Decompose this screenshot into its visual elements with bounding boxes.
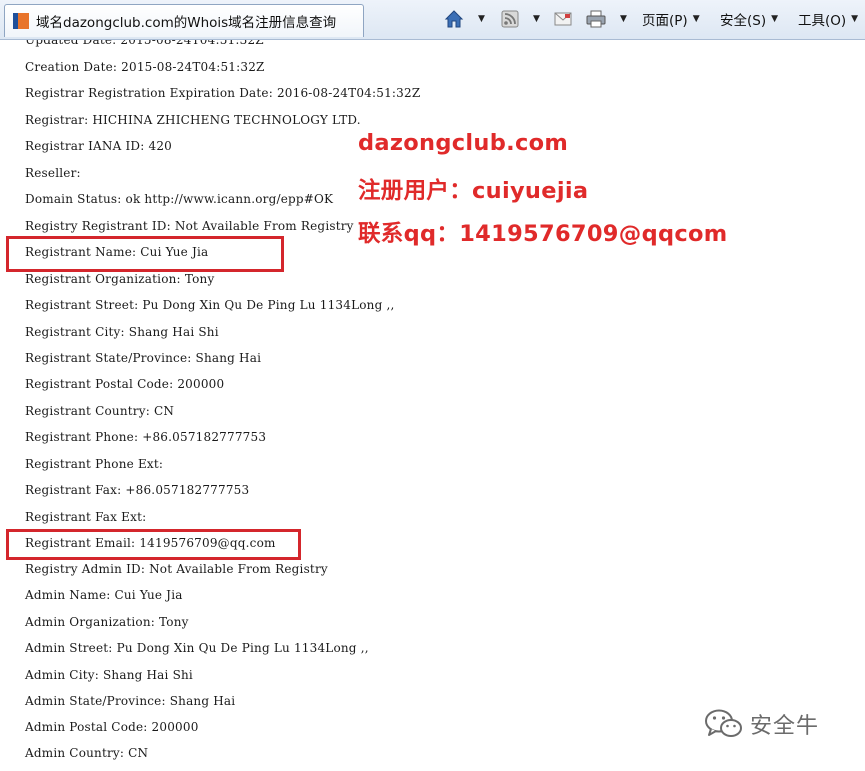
- site-favicon-icon: [13, 13, 29, 29]
- whois-line-reseller: Reseller:: [25, 166, 81, 180]
- whois-line-registrant-state: Registrant State/Province: Shang Hai: [25, 351, 262, 365]
- whois-line-registrar: Registrar: HICHINA ZHICHENG TECHNOLOGY L…: [25, 113, 361, 127]
- whois-line-registrant-fax-ext: Registrant Fax Ext:: [25, 510, 147, 524]
- watermark-label: 安全牛: [750, 714, 820, 739]
- whois-line-domain-status: Domain Status: ok http://www.icann.org/e…: [25, 192, 334, 206]
- tools-menu[interactable]: 工具(O) ▼: [798, 8, 858, 30]
- whois-line-creation-date: Creation Date: 2015-08-24T04:51:32Z: [25, 60, 265, 74]
- wechat-watermark: 安全牛: [704, 707, 819, 741]
- home-dropdown-button[interactable]: ▼: [476, 8, 485, 30]
- whois-line-admin-country: Admin Country: CN: [25, 746, 149, 760]
- rss-feed-icon: [501, 10, 519, 28]
- whois-line-admin-id: Registry Admin ID: Not Available From Re…: [25, 562, 328, 576]
- home-button[interactable]: [444, 8, 464, 30]
- whois-line-registrant-phone: Registrant Phone: +86.057182777753: [25, 430, 267, 444]
- feeds-dropdown-button[interactable]: ▼: [531, 8, 540, 30]
- whois-line-registrant-street: Registrant Street: Pu Dong Xin Qu De Pin…: [25, 298, 395, 312]
- whois-line-admin-organization: Admin Organization: Tony: [25, 615, 189, 629]
- whois-line-admin-street: Admin Street: Pu Dong Xin Qu De Ping Lu …: [25, 641, 369, 655]
- chevron-down-icon: ▼: [771, 14, 779, 24]
- whois-line-admin-state: Admin State/Province: Shang Hai: [25, 694, 236, 708]
- feeds-button[interactable]: [501, 8, 519, 30]
- registrant-name-highlight: [6, 236, 284, 272]
- whois-line-registrant-id: Registry Registrant ID: Not Available Fr…: [25, 219, 354, 233]
- print-dropdown-button[interactable]: ▼: [618, 8, 627, 30]
- browser-toolbar: 域名dazongclub.com的Whois域名注册信息查询 ▼ ▼ ▼ 页面(…: [0, 0, 865, 40]
- whois-line-registrant-phone-ext: Registrant Phone Ext:: [25, 457, 164, 471]
- safety-menu-label: 安全(S): [720, 13, 767, 29]
- annotation-contact-qq: 联系qq：1419576709@qqcom: [358, 221, 728, 247]
- chevron-down-icon: ▼: [620, 14, 627, 24]
- whois-line-updated-date: Updated Date: 2015-08-24T04:51:32Z: [25, 40, 264, 47]
- whois-line-registrant-country: Registrant Country: CN: [25, 404, 175, 418]
- whois-line-admin-name: Admin Name: Cui Yue Jia: [25, 588, 183, 602]
- page-menu[interactable]: 页面(P) ▼: [642, 8, 700, 30]
- whois-line-admin-city: Admin City: Shang Hai Shi: [25, 668, 193, 682]
- whois-line-admin-postal-code: Admin Postal Code: 200000: [25, 720, 199, 734]
- whois-page-content[interactable]: Updated Date: 2015-08-24T04:51:32Z Creat…: [0, 40, 865, 771]
- wechat-logo-icon: [705, 709, 742, 737]
- whois-line-registrant-city: Registrant City: Shang Hai Shi: [25, 325, 219, 339]
- read-mail-button[interactable]: [554, 8, 572, 30]
- printer-icon: [586, 10, 606, 28]
- chevron-down-icon: ▼: [851, 14, 859, 24]
- tab-title: 域名dazongclub.com的Whois域名注册信息查询: [36, 15, 337, 31]
- print-button[interactable]: [586, 8, 606, 30]
- annotation-domain: dazongclub.com: [358, 130, 569, 156]
- tools-menu-label: 工具(O): [798, 13, 847, 29]
- mail-icon: [554, 12, 572, 26]
- annotation-registrant-user: 注册用户：cuiyuejia: [358, 178, 589, 204]
- safety-menu[interactable]: 安全(S) ▼: [720, 8, 778, 30]
- chevron-down-icon: ▼: [692, 14, 700, 24]
- whois-line-expiration-date: Registrar Registration Expiration Date: …: [25, 86, 421, 100]
- chevron-down-icon: ▼: [478, 14, 485, 24]
- whois-line-registrant-postal-code: Registrant Postal Code: 200000: [25, 377, 225, 391]
- registrant-email-highlight: [6, 529, 301, 560]
- whois-line-iana-id: Registrar IANA ID: 420: [25, 139, 172, 153]
- browser-tab[interactable]: 域名dazongclub.com的Whois域名注册信息查询: [4, 4, 364, 37]
- whois-line-registrant-fax: Registrant Fax: +86.057182777753: [25, 483, 250, 497]
- page-menu-label: 页面(P): [642, 13, 688, 29]
- whois-line-registrant-organization: Registrant Organization: Tony: [25, 272, 215, 286]
- chevron-down-icon: ▼: [533, 14, 540, 24]
- home-icon: [444, 10, 464, 28]
